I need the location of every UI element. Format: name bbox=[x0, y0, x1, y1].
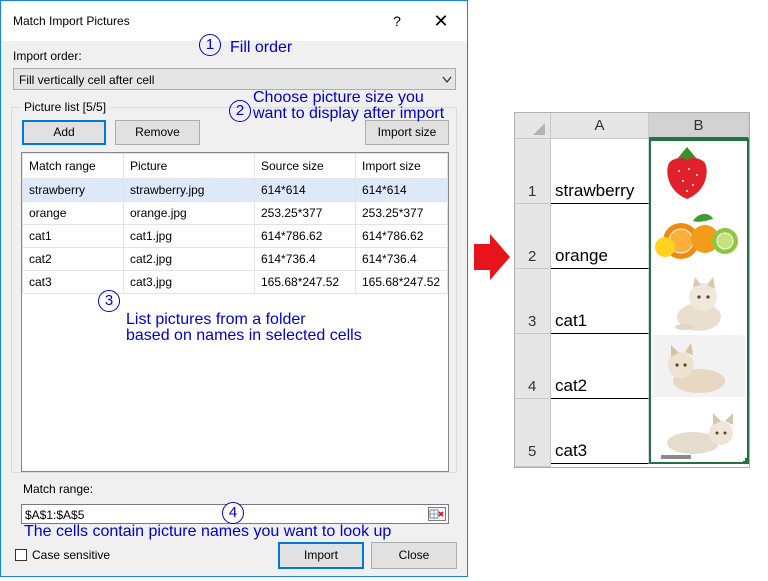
cell-match-range: cat1 bbox=[22, 224, 124, 248]
cell-picture: orange.jpg bbox=[123, 201, 255, 225]
cell-match-range: strawberry bbox=[22, 178, 124, 202]
cell-text: cat2 bbox=[555, 376, 588, 395]
title-bar: Match Import Pictures ? ✕ bbox=[1, 1, 467, 41]
range-select-icon[interactable] bbox=[428, 507, 446, 521]
table-row[interactable]: cat1 cat1.jpg 614*786.62 614*786.62 bbox=[22, 224, 448, 248]
corner-triangle-icon bbox=[533, 123, 545, 135]
select-all-corner[interactable] bbox=[515, 113, 551, 139]
cat2-picture[interactable] bbox=[653, 335, 745, 397]
column-header-b[interactable]: B bbox=[649, 113, 749, 139]
cell-picture: cat1.jpg bbox=[123, 224, 255, 248]
column-header-picture[interactable]: Picture bbox=[123, 153, 255, 179]
cell-import-size: 253.25*377 bbox=[355, 201, 448, 225]
table-row[interactable]: cat2 cat2.jpg 614*736.4 614*736.4 bbox=[22, 247, 448, 271]
match-range-value: $A$1:$A$5 bbox=[25, 508, 85, 522]
cell-source-size: 614*786.62 bbox=[254, 224, 356, 248]
close-icon[interactable]: ✕ bbox=[421, 7, 461, 35]
column-header-import-size[interactable]: Import size bbox=[355, 153, 448, 179]
cell-text: orange bbox=[555, 246, 608, 265]
cell-import-size: 614*786.62 bbox=[355, 224, 448, 248]
picture-list-label: Picture list [5/5] bbox=[21, 100, 110, 114]
callout-4-number: 4 bbox=[222, 502, 244, 524]
callout-4-text: The cells contain picture names you want… bbox=[24, 523, 392, 540]
cell-source-size: 614*736.4 bbox=[254, 247, 356, 271]
remove-button[interactable]: Remove bbox=[115, 120, 200, 145]
table-row[interactable]: orange orange.jpg 253.25*377 253.25*377 bbox=[22, 201, 448, 225]
strawberry-picture[interactable] bbox=[655, 141, 719, 203]
import-order-value: Fill vertically cell after cell bbox=[19, 73, 155, 87]
cell-a1[interactable]: strawberry bbox=[551, 139, 649, 204]
case-sensitive-checkbox[interactable] bbox=[15, 549, 27, 561]
table-row[interactable]: strawberry strawberry.jpg 614*614 614*61… bbox=[22, 178, 448, 202]
cat3-picture[interactable] bbox=[653, 403, 745, 461]
column-header-a[interactable]: A bbox=[551, 113, 649, 139]
cell-text: cat1 bbox=[555, 311, 588, 330]
import-button[interactable]: Import bbox=[278, 542, 364, 569]
cell-import-size: 165.68*247.52 bbox=[355, 270, 448, 294]
cell-source-size: 165.68*247.52 bbox=[254, 270, 356, 294]
excel-sheet-preview: A B 1 strawberry 2 orange 3 cat1 4 cat2 … bbox=[514, 112, 750, 468]
chevron-down-icon bbox=[442, 76, 452, 84]
import-order-label: Import order: bbox=[13, 49, 82, 63]
cell-import-size: 614*736.4 bbox=[355, 247, 448, 271]
cell-a3[interactable]: cat1 bbox=[551, 269, 649, 334]
callout-2-line-2: want to display after import bbox=[253, 105, 445, 122]
close-button[interactable]: Close bbox=[371, 542, 457, 569]
case-sensitive-label: Case sensitive bbox=[32, 548, 111, 562]
column-header-source-size[interactable]: Source size bbox=[254, 153, 356, 179]
callout-1-text: Fill order bbox=[230, 39, 293, 56]
cell-picture: cat3.jpg bbox=[123, 270, 255, 294]
import-order-select[interactable]: Fill vertically cell after cell bbox=[13, 68, 456, 90]
row-number: 2 bbox=[528, 248, 537, 265]
column-header-match-range[interactable]: Match range bbox=[22, 153, 124, 179]
cell-import-size: 614*614 bbox=[355, 178, 448, 202]
cell-picture: strawberry.jpg bbox=[123, 178, 255, 202]
cell-a4[interactable]: cat2 bbox=[551, 334, 649, 399]
callout-2-number: 2 bbox=[229, 100, 251, 122]
row-number: 5 bbox=[528, 443, 537, 460]
row-header-5[interactable]: 5 bbox=[515, 399, 551, 467]
cell-a2[interactable]: orange bbox=[551, 204, 649, 269]
callout-3-number: 3 bbox=[98, 290, 120, 312]
callout-1-number: 1 bbox=[199, 34, 221, 56]
row-number: 1 bbox=[528, 183, 537, 200]
cell-source-size: 253.25*377 bbox=[254, 201, 356, 225]
help-button[interactable]: ? bbox=[381, 7, 413, 35]
callout-3-line-2: based on names in selected cells bbox=[126, 327, 362, 344]
cell-text: strawberry bbox=[555, 181, 635, 200]
cell-match-range: cat2 bbox=[22, 247, 124, 271]
match-import-pictures-dialog: Match Import Pictures ? ✕ Import order: … bbox=[0, 0, 468, 577]
row-header-3[interactable]: 3 bbox=[515, 269, 551, 334]
cell-match-range: orange bbox=[22, 201, 124, 225]
row-header-1[interactable]: 1 bbox=[515, 139, 551, 204]
cell-text: cat3 bbox=[555, 441, 588, 460]
arrow-right-icon bbox=[474, 234, 510, 280]
dialog-title: Match Import Pictures bbox=[13, 14, 130, 28]
add-button[interactable]: Add bbox=[22, 120, 106, 145]
cell-source-size: 614*614 bbox=[254, 178, 356, 202]
row-header-2[interactable]: 2 bbox=[515, 204, 551, 269]
picture-table: Match range Picture Source size Import s… bbox=[22, 153, 448, 294]
cell-picture: cat2.jpg bbox=[123, 247, 255, 271]
match-range-label: Match range: bbox=[23, 482, 94, 496]
import-size-button[interactable]: Import size bbox=[365, 120, 449, 145]
cell-a5[interactable]: cat3 bbox=[551, 399, 649, 464]
row-header-4[interactable]: 4 bbox=[515, 334, 551, 399]
row-number: 3 bbox=[528, 313, 537, 330]
cat1-picture[interactable] bbox=[655, 271, 741, 333]
table-row[interactable]: cat3 cat3.jpg 165.68*247.52 165.68*247.5… bbox=[22, 270, 448, 294]
orange-picture[interactable] bbox=[653, 205, 745, 267]
row-number: 4 bbox=[528, 378, 537, 395]
table-header-row: Match range Picture Source size Import s… bbox=[22, 153, 448, 179]
